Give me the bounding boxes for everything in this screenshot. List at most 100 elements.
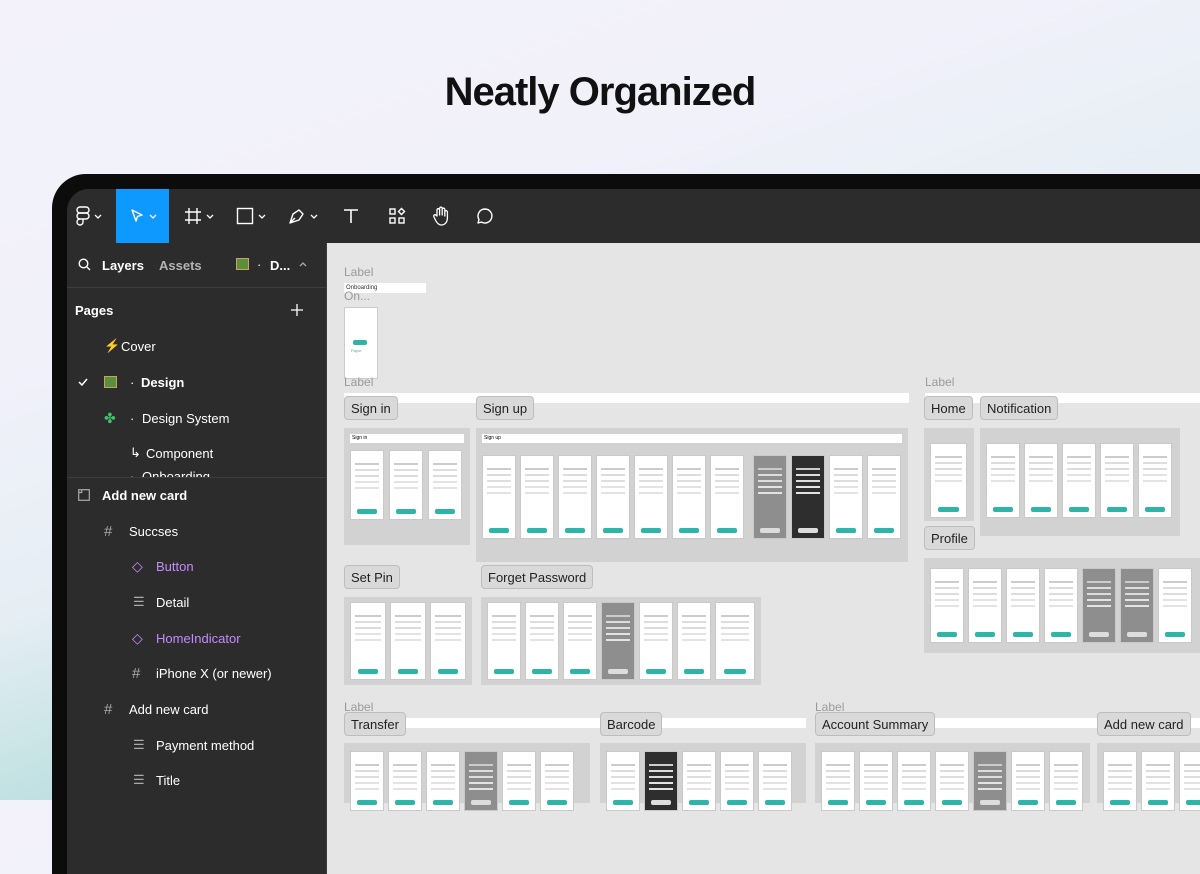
screen-thumbnail[interactable]: [1006, 568, 1040, 643]
tab-layers[interactable]: Layers: [102, 258, 144, 273]
screen-thumbnail[interactable]: [426, 751, 460, 811]
current-page-name[interactable]: D...: [270, 258, 290, 273]
screen-thumbnail[interactable]: [1138, 443, 1172, 518]
pen-tool-button[interactable]: [281, 189, 325, 243]
plus-icon[interactable]: [291, 304, 303, 316]
screen-thumbnail[interactable]: [791, 455, 825, 539]
screen-thumbnail[interactable]: [634, 455, 668, 539]
screen-thumbnail[interactable]: [350, 751, 384, 811]
screen-thumbnail[interactable]: [720, 751, 754, 811]
chevron-up-icon[interactable]: [299, 262, 307, 267]
move-tool-button[interactable]: [116, 189, 169, 243]
sign-up-frame[interactable]: Sign up: [476, 428, 908, 562]
comment-tool-button[interactable]: [467, 189, 503, 243]
screen-thumbnail[interactable]: [867, 455, 901, 539]
screen-thumbnail[interactable]: [1062, 443, 1096, 518]
screen-thumbnail[interactable]: [482, 455, 516, 539]
screen-thumbnail[interactable]: [390, 602, 426, 680]
section-chip-notification[interactable]: Notification: [980, 396, 1059, 420]
page-item-component[interactable]: ↳ Component: [67, 442, 326, 464]
screen-thumbnail[interactable]: [930, 568, 964, 643]
screen-thumbnail[interactable]: [1049, 751, 1083, 811]
screen-thumbnail[interactable]: [520, 455, 554, 539]
set-pin-frame[interactable]: [344, 597, 472, 685]
screen-thumbnail[interactable]: [1179, 751, 1200, 811]
resources-tool-button[interactable]: [379, 189, 415, 243]
section-chip-sign-in[interactable]: Sign in: [344, 396, 398, 420]
screen-thumbnail[interactable]: [1082, 568, 1116, 643]
screen-thumbnail[interactable]: [525, 602, 559, 680]
screen-thumbnail[interactable]: [1158, 568, 1192, 643]
screen-thumbnail[interactable]: [563, 602, 597, 680]
layer-item-title[interactable]: ☰ Title: [67, 769, 326, 791]
screen-thumbnail[interactable]: [502, 751, 536, 811]
design-canvas[interactable]: Label Onboarding On... Payor Label Label…: [327, 243, 1200, 874]
screen-thumbnail[interactable]: [639, 602, 673, 680]
onboarding-screen-thumbnail[interactable]: Payor: [344, 307, 378, 379]
section-chip-transfer[interactable]: Transfer: [344, 712, 406, 736]
screen-thumbnail[interactable]: [430, 602, 466, 680]
screen-thumbnail[interactable]: [596, 455, 630, 539]
screen-thumbnail[interactable]: [973, 751, 1007, 811]
screen-thumbnail[interactable]: [829, 455, 863, 539]
screen-thumbnail[interactable]: [859, 751, 893, 811]
screen-thumbnail[interactable]: [682, 751, 716, 811]
screen-thumbnail[interactable]: [350, 450, 384, 520]
section-chip-sign-up[interactable]: Sign up: [476, 396, 535, 420]
screen-thumbnail[interactable]: [644, 751, 678, 811]
screen-thumbnail[interactable]: [601, 602, 635, 680]
barcode-frame[interactable]: [600, 743, 806, 811]
screen-thumbnail[interactable]: [388, 751, 422, 811]
page-item-design[interactable]: · Design: [67, 371, 326, 393]
page-item-cover[interactable]: ⚡ Cover: [67, 335, 326, 357]
layer-item-succses[interactable]: # Succses: [67, 520, 326, 542]
main-menu-button[interactable]: [69, 189, 109, 243]
screen-thumbnail[interactable]: [540, 751, 574, 811]
section-chip-profile[interactable]: Profile: [924, 526, 975, 550]
shape-tool-button[interactable]: [229, 189, 273, 243]
screen-thumbnail[interactable]: [758, 751, 792, 811]
section-chip-account-summary[interactable]: Account Summary: [815, 712, 936, 736]
text-tool-button[interactable]: [333, 189, 369, 243]
home-frame[interactable]: [924, 428, 974, 521]
screen-thumbnail[interactable]: [1011, 751, 1045, 811]
page-item-design-system[interactable]: ✤ · Design System: [67, 407, 326, 429]
forget-password-frame[interactable]: [481, 597, 761, 685]
screen-thumbnail[interactable]: [715, 602, 755, 680]
screen-thumbnail[interactable]: [1103, 751, 1137, 811]
layer-item-add-new-card[interactable]: Add new card: [67, 484, 326, 506]
notification-frame[interactable]: [980, 428, 1180, 536]
screen-thumbnail[interactable]: [753, 455, 787, 539]
search-icon[interactable]: [78, 258, 91, 271]
screen-thumbnail[interactable]: [1120, 568, 1154, 643]
screen-thumbnail[interactable]: [930, 443, 967, 518]
page-item-onboarding[interactable]: · Onboarding: [67, 469, 326, 477]
section-chip-home[interactable]: Home: [924, 396, 973, 420]
add-new-card-frame[interactable]: [1097, 743, 1200, 811]
screen-thumbnail[interactable]: [821, 751, 855, 811]
screen-thumbnail[interactable]: [350, 602, 386, 680]
section-chip-forget-password[interactable]: Forget Password: [481, 565, 594, 589]
sign-in-frame[interactable]: Sign in: [344, 428, 470, 545]
account-summary-frame[interactable]: [815, 743, 1090, 811]
screen-thumbnail[interactable]: [487, 602, 521, 680]
screen-thumbnail[interactable]: [464, 751, 498, 811]
section-chip-barcode[interactable]: Barcode: [600, 712, 663, 736]
layer-item-add-new-card-2[interactable]: # Add new card: [67, 698, 326, 720]
screen-thumbnail[interactable]: [1024, 443, 1058, 518]
tab-assets[interactable]: Assets: [159, 258, 202, 273]
profile-frame[interactable]: [924, 558, 1200, 653]
hand-tool-button[interactable]: [423, 189, 459, 243]
screen-thumbnail[interactable]: [710, 455, 744, 539]
screen-thumbnail[interactable]: [1044, 568, 1078, 643]
screen-thumbnail[interactable]: [389, 450, 423, 520]
section-chip-set-pin[interactable]: Set Pin: [344, 565, 400, 589]
screen-thumbnail[interactable]: [897, 751, 931, 811]
transfer-frame[interactable]: [344, 743, 590, 811]
layer-item-detail[interactable]: ☰ Detail: [67, 591, 326, 613]
frame-tool-button[interactable]: [177, 189, 221, 243]
screen-thumbnail[interactable]: [986, 443, 1020, 518]
screen-thumbnail[interactable]: [1100, 443, 1134, 518]
section-chip-add-new-card[interactable]: Add new card: [1097, 712, 1191, 736]
screen-thumbnail[interactable]: [672, 455, 706, 539]
